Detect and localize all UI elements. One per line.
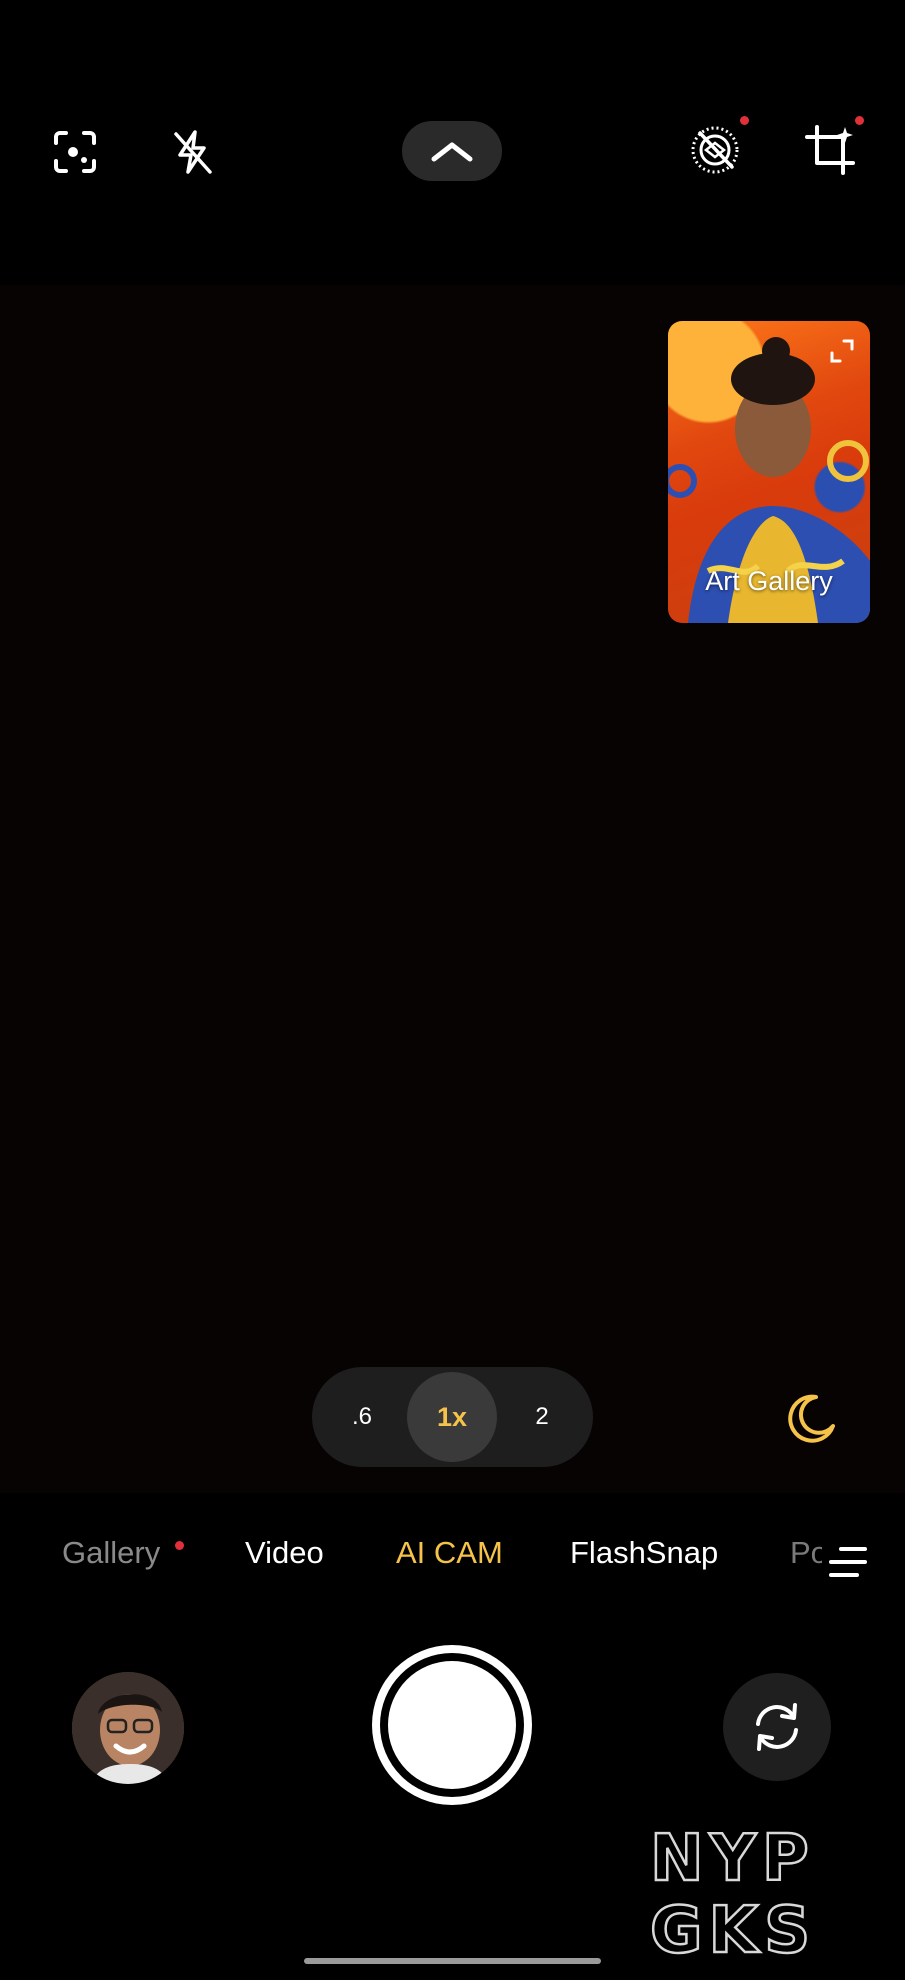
chevron-up-icon <box>431 142 473 162</box>
expand-icon[interactable] <box>824 333 860 369</box>
mode-flashsnap[interactable]: FlashSnap <box>570 1535 718 1571</box>
more-modes-icon[interactable] <box>822 1537 872 1587</box>
preview-card-label: Art Gallery <box>705 566 833 596</box>
watermark-logo: NYP GKS <box>646 1820 876 1970</box>
mode-ai-cam[interactable]: AI CAM <box>396 1535 503 1571</box>
top-toolbar <box>0 0 905 285</box>
zoom-option-2[interactable]: 2 <box>512 1367 572 1467</box>
switch-camera-button[interactable] <box>723 1673 831 1781</box>
zoom-option-1x[interactable]: 1x <box>407 1372 497 1462</box>
mode-carousel: Gallery Video AI CAM FlashSnap Po <box>0 1535 905 1591</box>
expand-settings-button[interactable] <box>402 121 502 181</box>
shutter-core[interactable] <box>388 1661 516 1789</box>
art-gallery-preview-card[interactable]: Art Gallery <box>668 321 870 623</box>
mode-gallery[interactable]: Gallery <box>62 1535 160 1571</box>
focus-scan-icon[interactable] <box>45 122 105 182</box>
zoom-selector: .6 1x 2 <box>312 1367 593 1467</box>
mode-video[interactable]: Video <box>245 1535 324 1571</box>
night-mode-icon[interactable] <box>782 1388 842 1448</box>
watermark-line-1: NYP <box>650 1822 815 1896</box>
avatar <box>72 1672 184 1784</box>
gallery-thumbnail[interactable] <box>72 1672 184 1784</box>
notification-dot <box>855 116 864 125</box>
home-indicator[interactable] <box>304 1958 601 1964</box>
filter-off-icon[interactable] <box>685 120 745 180</box>
notification-dot <box>175 1541 184 1550</box>
switch-camera-icon <box>756 1703 798 1751</box>
zoom-option-0-6[interactable]: .6 <box>332 1367 392 1467</box>
watermark-line-2: GKS <box>650 1894 816 1960</box>
flash-off-icon[interactable] <box>162 122 222 182</box>
crop-sparkle-icon[interactable] <box>800 120 860 180</box>
notification-dot <box>740 116 749 125</box>
